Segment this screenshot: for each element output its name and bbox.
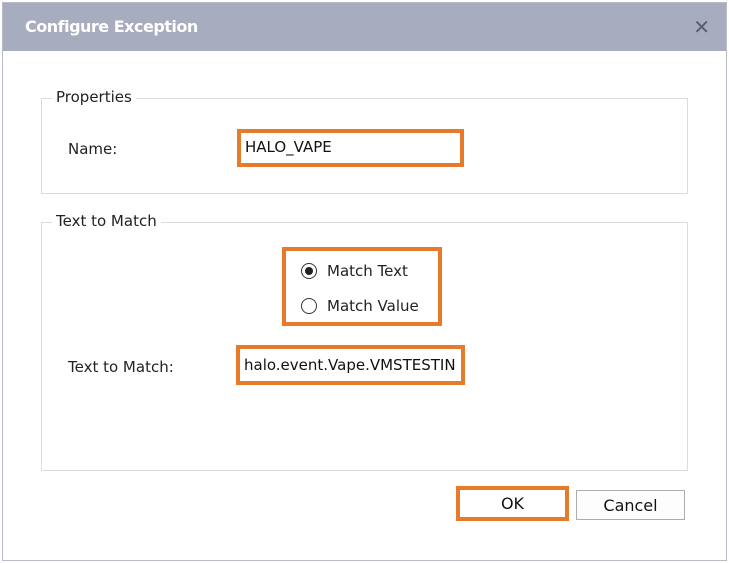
radio-label: Match Value: [327, 297, 419, 315]
name-input[interactable]: HALO_VAPE: [237, 129, 464, 167]
text-to-match-value: halo.event.Vape.VMSTESTIN: [244, 356, 456, 374]
close-icon[interactable]: ✕: [693, 15, 710, 39]
title-bar: Configure Exception ✕: [3, 3, 726, 51]
ok-button[interactable]: OK: [456, 486, 569, 521]
radio-match-value[interactable]: Match Value: [301, 297, 419, 315]
name-label: Name:: [68, 140, 118, 158]
text-to-match-input[interactable]: halo.event.Vape.VMSTESTIN: [236, 345, 465, 385]
radio-selected-icon: [301, 263, 317, 279]
radio-unselected-icon: [301, 298, 317, 314]
radio-match-text[interactable]: Match Text: [301, 262, 408, 280]
match-mode-radio-group: Match Text Match Value: [282, 247, 442, 326]
name-input-value: HALO_VAPE: [245, 138, 332, 156]
text-to-match-legend: Text to Match: [52, 212, 161, 230]
properties-legend: Properties: [52, 88, 136, 106]
radio-label: Match Text: [327, 262, 408, 280]
text-to-match-label: Text to Match:: [68, 358, 174, 376]
cancel-button[interactable]: Cancel: [576, 490, 685, 520]
dialog-title: Configure Exception: [25, 17, 198, 36]
